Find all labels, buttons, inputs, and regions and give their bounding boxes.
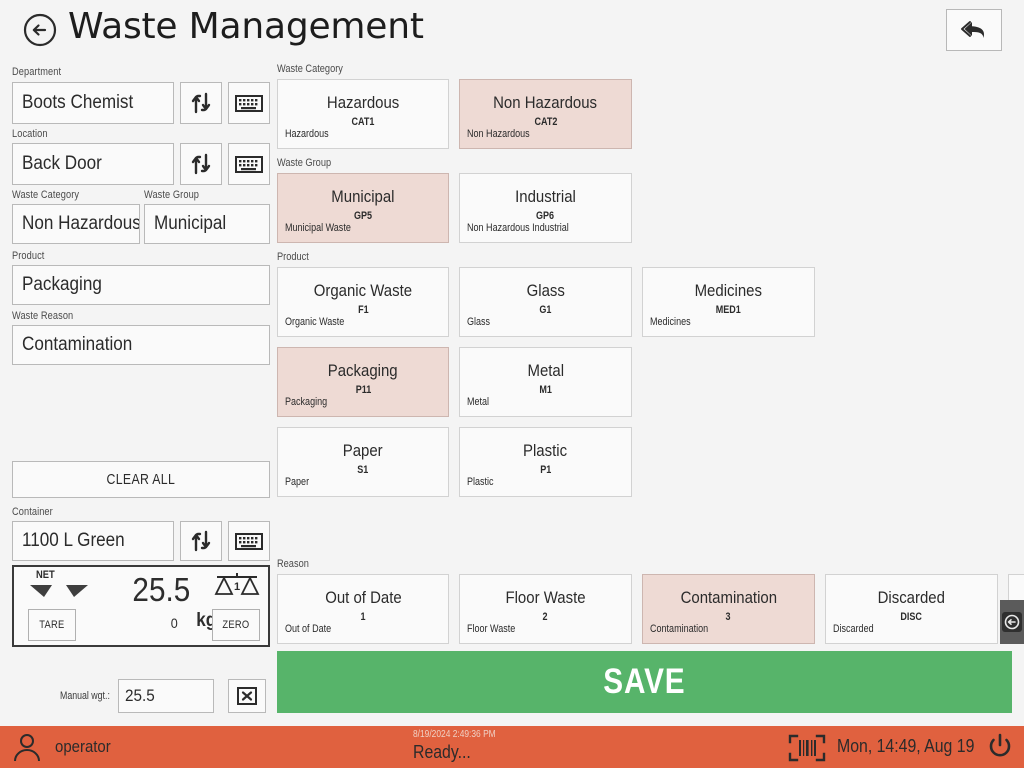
back-button[interactable]: [22, 12, 58, 48]
department-swap-button[interactable]: [180, 82, 222, 124]
scale-secondary-value: 0: [170, 615, 178, 631]
side-drawer-handle[interactable]: [1000, 600, 1024, 644]
save-button[interactable]: SAVE: [277, 651, 1012, 713]
department-value: Boots Chemist: [22, 92, 134, 113]
container-keyboard-button[interactable]: [228, 521, 270, 561]
swap-arrows-icon: [191, 92, 211, 114]
page-title: Waste Management: [68, 6, 424, 47]
waste-reason-input[interactable]: Contamination: [12, 325, 270, 365]
power-button[interactable]: [985, 732, 1015, 762]
container-value: 1100 L Green: [22, 530, 125, 551]
container-swap-button[interactable]: [180, 521, 222, 561]
location-input[interactable]: Back Door: [12, 143, 174, 185]
waste-group-field-label: Waste Group: [144, 189, 200, 201]
circle-arrow-left-icon: [23, 13, 57, 47]
tile-product-5[interactable]: Paper S1 Paper: [277, 427, 449, 497]
svg-text:1: 1: [234, 581, 240, 593]
tare-label: TARE: [39, 619, 65, 631]
product-field-label: Product: [12, 250, 45, 262]
tile-product-6[interactable]: Plastic P1 Plastic: [459, 427, 632, 497]
net-stable-icon: [28, 573, 90, 599]
location-value: Back Door: [22, 153, 102, 174]
scale-display-panel: NET 25.5 0 kg 1 TARE ZERO: [12, 565, 270, 647]
save-label: SAVE: [603, 662, 686, 701]
tile-product-1[interactable]: Glass G1 Glass: [459, 267, 632, 337]
container-input[interactable]: 1100 L Green: [12, 521, 174, 561]
manual-weight-value: 25.5: [125, 686, 155, 705]
status-clock: Mon, 14:49, Aug 19: [837, 736, 975, 756]
clear-all-button[interactable]: CLEAR ALL: [12, 461, 270, 498]
zero-button[interactable]: ZERO: [212, 609, 260, 641]
keyboard-icon: [235, 156, 263, 173]
clear-all-label: CLEAR ALL: [106, 471, 176, 488]
waste-group-value: Municipal: [154, 213, 227, 234]
waste-group-section-label: Waste Group: [277, 157, 332, 169]
tile-reason-3[interactable]: Discarded DISC Discarded: [825, 574, 998, 644]
tile-waste-group-0[interactable]: Municipal GP5 Municipal Waste: [277, 173, 449, 243]
waste-category-value: Non Hazardous: [22, 213, 140, 234]
product-input[interactable]: Packaging: [12, 265, 270, 305]
department-input[interactable]: Boots Chemist: [12, 82, 174, 124]
tile-waste-group-1[interactable]: Industrial GP6 Non Hazardous Industrial: [459, 173, 632, 243]
keyboard-icon: [235, 95, 263, 112]
tile-product-0[interactable]: Organic Waste F1 Organic Waste: [277, 267, 449, 337]
location-keyboard-button[interactable]: [228, 143, 270, 185]
power-icon: [989, 733, 1011, 757]
balance-scale-icon: 1: [214, 572, 260, 602]
barcode-scanner-icon[interactable]: [788, 734, 826, 762]
waste-reason-field-label: Waste Reason: [12, 310, 74, 322]
status-bar: operator 8/19/2024 2:49:36 PM Ready... M…: [0, 726, 1024, 768]
tile-product-4[interactable]: Metal M1 Metal: [459, 347, 632, 417]
tile-product-2[interactable]: Medicines MED1 Medicines: [642, 267, 815, 337]
tile-reason-0[interactable]: Out of Date 1 Out of Date: [277, 574, 449, 644]
status-username: operator: [55, 737, 111, 756]
waste-category-input[interactable]: Non Hazardous: [12, 204, 140, 244]
tile-waste-category-1[interactable]: Non Hazardous CAT2 Non Hazardous: [459, 79, 632, 149]
manual-weight-label: Manual wgt.:: [60, 690, 110, 702]
waste-management-screen: Waste Management Department Boots Chemis…: [0, 0, 1024, 768]
undo-button[interactable]: [946, 9, 1002, 51]
location-label: Location: [12, 128, 48, 140]
tare-button[interactable]: TARE: [28, 609, 76, 641]
department-label: Department: [12, 66, 62, 78]
arrow-left-circle-icon: [1002, 612, 1022, 632]
status-message: Ready...: [413, 742, 471, 762]
keyboard-icon: [235, 533, 263, 550]
x-box-icon: [237, 687, 257, 705]
tile-reason-1[interactable]: Floor Waste 2 Floor Waste: [459, 574, 632, 644]
status-timestamp: 8/19/2024 2:49:36 PM: [413, 729, 496, 740]
location-swap-button[interactable]: [180, 143, 222, 185]
scale-weight-value: 25.5: [132, 571, 190, 608]
swap-arrows-icon: [191, 153, 211, 175]
manual-weight-input[interactable]: 25.5: [118, 679, 214, 713]
user-icon: [12, 732, 42, 762]
department-keyboard-button[interactable]: [228, 82, 270, 124]
product-section-label: Product: [277, 251, 309, 263]
waste-reason-value: Contamination: [22, 334, 133, 355]
app-header: Waste Management: [0, 0, 1024, 60]
product-value: Packaging: [22, 274, 102, 295]
zero-label: ZERO: [222, 619, 250, 631]
manual-weight-clear-button[interactable]: [228, 679, 266, 713]
container-label: Container: [12, 506, 53, 518]
waste-category-field-label: Waste Category: [12, 189, 80, 201]
reason-section-label: Reason: [277, 558, 309, 570]
tile-reason-2[interactable]: Contamination 3 Contamination: [642, 574, 815, 644]
waste-category-section-label: Waste Category: [277, 63, 343, 75]
undo-arrow-icon: [961, 21, 985, 38]
waste-group-input[interactable]: Municipal: [144, 204, 270, 244]
swap-arrows-icon: [191, 530, 211, 552]
tile-waste-category-0[interactable]: Hazardous CAT1 Hazardous: [277, 79, 449, 149]
tile-product-3[interactable]: Packaging P11 Packaging: [277, 347, 449, 417]
